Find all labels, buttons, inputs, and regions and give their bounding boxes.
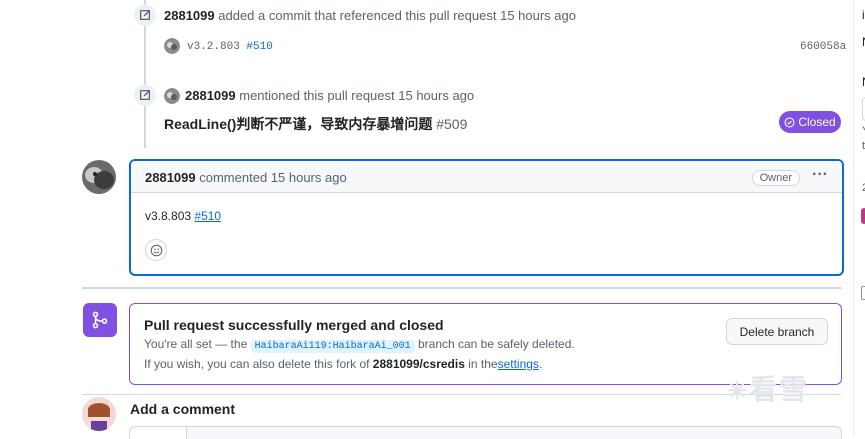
owner-badge: Owner	[751, 170, 800, 186]
comment-time[interactable]: 15 hours ago	[271, 170, 347, 185]
event-user-link[interactable]: 2881099	[185, 88, 236, 103]
merge-status-line2: If you wish, you can also delete this fo…	[144, 357, 542, 371]
sidebar-clipped-avatar[interactable]	[861, 208, 865, 224]
merge-status-title: Pull request successfully merged and clo…	[144, 317, 444, 333]
branch-name[interactable]: HaibaraAi119:HaibaraAi_001	[250, 340, 415, 353]
add-reaction-button[interactable]	[145, 239, 167, 261]
closed-check-icon	[784, 117, 795, 127]
avatar[interactable]	[164, 88, 180, 104]
smiley-icon	[150, 244, 162, 256]
comment-body: v3.8.803 #510	[145, 209, 221, 223]
avatar[interactable]	[82, 160, 116, 194]
sidebar-clipped-checkbox[interactable]	[861, 286, 865, 300]
watermark: ✳看雪	[727, 374, 810, 405]
comment-box: 2881099 commented 15 hours ago Owner ···…	[129, 159, 844, 276]
delete-branch-button[interactable]: Delete branch	[726, 318, 828, 345]
avatar[interactable]	[82, 397, 116, 431]
event-mention: 2881099 mentioned this pull request 15 h…	[185, 88, 474, 103]
settings-link[interactable]: settings	[498, 357, 539, 371]
merge-line1-prefix: You're all set — the	[144, 337, 248, 351]
comment-body-text: v3.8.803	[145, 209, 192, 223]
comment-body-link[interactable]: #510	[194, 209, 221, 223]
event-time[interactable]: 15 hours ago	[500, 8, 576, 23]
event-user-link[interactable]: 2881099	[164, 8, 215, 23]
issue-title-link[interactable]: ReadLine()判断不严谨，导致内存暴增问题	[164, 116, 432, 132]
merge-line1-suffix: branch can be safely deleted.	[417, 337, 575, 351]
commit-sha[interactable]: 660058a	[800, 41, 846, 53]
commit-row: v3.2.803 #510	[187, 41, 273, 53]
merge-status-line1: You're all set — the HaibaraAi119:Haibar…	[144, 337, 575, 353]
cross-reference-icon	[134, 4, 156, 26]
status-label: Closed	[798, 115, 836, 129]
watermark-text: 看雪	[749, 374, 810, 405]
event-commit-reference: 2881099 added a commit that referenced t…	[164, 8, 576, 23]
cross-reference-icon	[134, 84, 156, 106]
commit-ref-link[interactable]: #510	[246, 41, 272, 53]
timeline-divider	[82, 287, 841, 289]
comment-meta: 2881099 commented 15 hours ago	[145, 170, 347, 185]
comment-action: commented	[199, 170, 268, 185]
comment-author-link[interactable]: 2881099	[145, 170, 196, 185]
add-comment-heading: Add a comment	[130, 401, 236, 417]
comment-header: 2881099 commented 15 hours ago Owner ···	[131, 161, 842, 193]
avatar[interactable]	[164, 38, 180, 54]
referenced-issue: ReadLine()判断不严谨，导致内存暴增问题 #509	[164, 114, 467, 134]
merge-line2-mid: in the	[468, 357, 498, 371]
merge-line2-end: .	[538, 357, 543, 371]
commit-message[interactable]: v3.2.803	[187, 41, 240, 53]
event-time[interactable]: 15 hours ago	[398, 88, 474, 103]
issue-number[interactable]: #509	[436, 116, 467, 132]
event-text: mentioned this pull request	[239, 88, 395, 103]
comment-editor[interactable]	[129, 426, 842, 439]
event-text: added a commit that referenced this pull…	[218, 8, 497, 23]
sidebar-edge	[853, 0, 854, 436]
tab-write[interactable]	[130, 427, 187, 439]
merge-line2-prefix: If you wish, you can also delete this fo…	[144, 357, 370, 371]
sidebar-clipped-text: i	[862, 8, 865, 22]
merge-icon	[83, 303, 117, 337]
status-badge: Closed	[779, 111, 841, 133]
fork-name: 2881099/csredis	[372, 357, 465, 371]
more-options-icon[interactable]: ···	[812, 166, 828, 184]
